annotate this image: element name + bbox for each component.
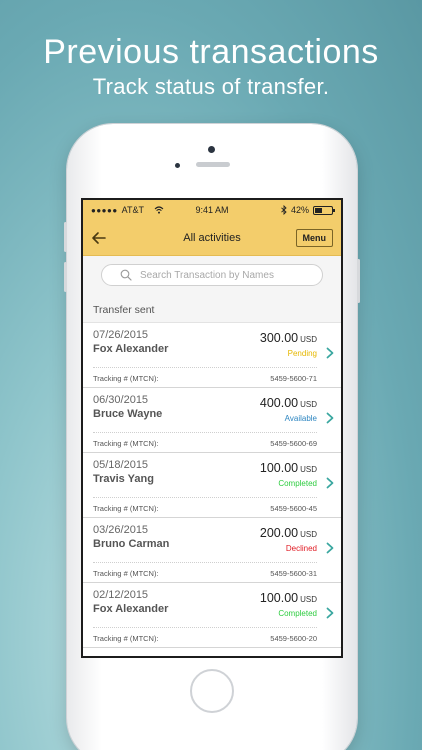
transaction-amount: 100.00 [259,591,299,605]
status-badge: Completed [278,479,317,488]
transaction-amount: 400.00 [259,396,299,410]
tracking-number: 5459-5600-20 [270,634,317,643]
chevron-right-icon[interactable] [325,542,335,554]
transaction-row[interactable]: 07/26/2015 Fox Alexander 300.00 USD Pendi… [83,323,341,388]
tracking-number: 5459-5600-45 [270,504,317,513]
transaction-date: 03/26/2015 [93,524,149,536]
transaction-amount: 100.00 [259,461,299,475]
transaction-amount: 200.00 [259,526,299,540]
transaction-date: 06/30/2015 [93,394,149,406]
chevron-right-icon[interactable] [325,477,335,489]
tracking-label: Tracking # (MTCN): [93,634,159,643]
transaction-row[interactable]: 03/26/2015 Bruno Carman 200.00 USD Declin… [83,518,341,583]
tracking-number: 5459-5600-31 [270,569,317,578]
status-badge: Completed [278,609,317,618]
recipient-name: Bruce Wayne [93,408,163,420]
transaction-date: 05/18/2015 [93,459,149,471]
section-header: Transfer sent [83,296,341,323]
recipient-name: Travis Yang [93,473,154,485]
volume-up-button [64,222,67,252]
transaction-date: 07/26/2015 [93,329,149,341]
currency-code: USD [300,400,317,409]
search-bar [83,256,341,296]
chevron-right-icon[interactable] [325,607,335,619]
power-button [357,259,360,303]
transaction-row[interactable]: 05/18/2015 Travis Yang 100.00 USD Complet… [83,453,341,518]
currency-code: USD [300,465,317,474]
phone-screen: ●●●●● AT&T 9:41 AM 42% All activities Me… [81,198,343,658]
headline: Previous transactions [43,33,379,71]
currency-code: USD [300,595,317,604]
earpiece-speaker [196,162,230,167]
recipient-name: Fox Alexander [93,603,169,615]
status-badge: Declined [285,544,317,553]
status-bar: ●●●●● AT&T 9:41 AM 42% [83,200,341,220]
nav-bar: All activities Menu [83,220,341,256]
menu-button[interactable]: Menu [295,228,333,247]
tracking-label: Tracking # (MTCN): [93,439,159,448]
volume-down-button [64,262,67,292]
phone-frame: ●●●●● AT&T 9:41 AM 42% All activities Me… [64,124,360,750]
tracking-number: 5459-5600-69 [270,439,317,448]
status-badge: Pending [287,349,317,358]
transaction-row[interactable]: 02/12/2015 Fox Alexander 100.00 USD Compl… [83,583,341,648]
tracking-label: Tracking # (MTCN): [93,569,159,578]
status-time: 9:41 AM [195,205,229,215]
proximity-sensor [175,163,180,168]
status-badge: Available [284,414,317,423]
tracking-number: 5459-5600-71 [270,374,317,383]
transaction-amount: 300.00 [259,331,299,345]
search-icon [120,269,132,281]
battery-icon [313,205,335,215]
recipient-name: Fox Alexander [93,343,169,355]
tracking-label: Tracking # (MTCN): [93,374,159,383]
back-arrow-icon[interactable] [91,230,107,246]
tracking-label: Tracking # (MTCN): [93,504,159,513]
search-input[interactable] [140,269,310,281]
currency-code: USD [300,530,317,539]
search-box[interactable] [101,264,323,286]
currency-code: USD [300,335,317,344]
recipient-name: Bruno Carman [93,538,170,550]
front-camera [208,146,215,153]
chevron-right-icon[interactable] [325,347,335,359]
transaction-date: 02/12/2015 [93,589,149,601]
subheadline: Track status of transfer. [92,74,330,99]
chevron-right-icon[interactable] [325,412,335,424]
transaction-row[interactable]: 06/30/2015 Bruce Wayne 400.00 USD Availab… [83,388,341,453]
transaction-list: 07/26/2015 Fox Alexander 300.00 USD Pendi… [83,323,341,648]
home-button [190,669,234,713]
